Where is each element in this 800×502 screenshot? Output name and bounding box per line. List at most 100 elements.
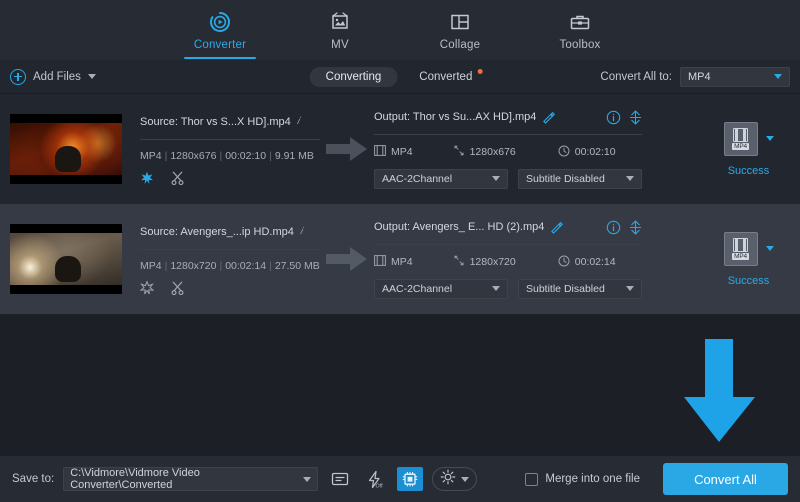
status-column: MP4 Success — [705, 122, 800, 177]
resize-icon — [453, 145, 465, 159]
thumbnail-silhouette — [55, 256, 81, 282]
source-title: Source: Thor vs S...X HD].mp4 — [140, 116, 291, 128]
film-icon — [374, 255, 386, 269]
open-folder-button[interactable] — [327, 467, 353, 491]
file-type-tag: MP4 — [732, 143, 749, 150]
trim-scissors-icon[interactable] — [170, 171, 185, 185]
clock-icon — [558, 255, 570, 270]
convert-all-to-group: Convert All to: MP4 — [600, 67, 790, 87]
hardware-acceleration-button[interactable]: Off — [362, 467, 388, 491]
subtitle-select[interactable]: Subtitle Disabled — [518, 169, 642, 189]
tab-collage-label: Collage — [440, 39, 480, 51]
edit-magic-wand-icon[interactable] — [140, 171, 154, 185]
trim-scissors-icon[interactable] — [170, 281, 185, 295]
save-path-input[interactable]: C:\Vidmore\Vidmore Video Converter\Conve… — [63, 467, 318, 491]
output-resolution: 1280x720 — [470, 256, 516, 268]
status-badge[interactable]: Success — [728, 275, 770, 287]
chevron-down-icon[interactable] — [766, 136, 774, 141]
tab-converted[interactable]: Converted — [403, 67, 490, 87]
output-resolution: 1280x676 — [470, 146, 516, 158]
letterbox-bar — [10, 175, 122, 184]
chevron-down-icon[interactable] — [88, 74, 96, 79]
status-tabs: Converting Converted — [310, 67, 491, 87]
table-row[interactable]: Source: Avengers_...ip HD.mp4 𝑖 MP4|1280… — [0, 204, 800, 314]
save-path-value: C:\Vidmore\Vidmore Video Converter\Conve… — [70, 467, 303, 491]
edit-pencil-icon[interactable] — [550, 221, 563, 234]
toolbar: Add Files Converting Converted Convert A… — [0, 60, 800, 94]
vidmore-video-converter-window: Converter MV Collage — [0, 0, 800, 502]
chevron-down-icon[interactable] — [766, 246, 774, 251]
output-meta: MP4 1280x676 00:02:10 — [374, 145, 642, 160]
mv-icon — [328, 10, 352, 34]
output-info-icon[interactable] — [606, 220, 621, 235]
merge-into-one-file-toggle[interactable]: Merge into one file — [525, 473, 640, 486]
video-thumbnail[interactable] — [10, 114, 122, 184]
merge-checkbox[interactable] — [525, 473, 538, 486]
chevron-down-icon — [492, 176, 500, 181]
tab-converter[interactable]: Converter — [180, 1, 260, 59]
empty-list-area — [0, 314, 800, 447]
letterbox-bar — [10, 224, 122, 233]
audio-track-select[interactable]: AAC-2Channel — [374, 279, 508, 299]
svg-text:Off: Off — [376, 483, 384, 488]
status-badge[interactable]: Success — [728, 165, 770, 177]
chevron-down-icon — [303, 477, 311, 482]
convert-all-to-select[interactable]: MP4 — [680, 67, 790, 87]
tab-collage[interactable]: Collage — [420, 1, 500, 59]
chevron-down-icon — [774, 74, 782, 79]
subtitle-value: Subtitle Disabled — [526, 173, 605, 185]
subtitle-value: Subtitle Disabled — [526, 283, 605, 295]
gpu-acceleration-button[interactable] — [397, 467, 423, 491]
add-files-button[interactable]: Add Files — [10, 69, 96, 85]
output-duration: 00:02:14 — [575, 256, 616, 268]
expand-collapse-icon[interactable] — [629, 110, 642, 125]
output-duration: 00:02:10 — [575, 146, 616, 158]
audio-track-select[interactable]: AAC-2Channel — [374, 169, 508, 189]
info-icon[interactable]: 𝑖 — [300, 226, 303, 237]
table-row[interactable]: Source: Thor vs S...X HD].mp4 𝑖 MP4|1280… — [0, 94, 800, 204]
audio-track-value: AAC-2Channel — [382, 283, 452, 295]
letterbox-bar — [10, 114, 122, 123]
chevron-down-icon — [492, 286, 500, 291]
convert-all-to-label: Convert All to: — [600, 71, 672, 83]
source-duration: 00:02:14 — [225, 260, 266, 272]
output-file-icon[interactable]: MP4 — [724, 122, 758, 156]
source-title: Source: Avengers_...ip HD.mp4 — [140, 226, 294, 238]
tab-mv[interactable]: MV — [300, 1, 380, 59]
output-info-icon[interactable] — [606, 110, 621, 125]
convert-direction-arrow — [324, 136, 370, 162]
output-file-icon[interactable]: MP4 — [724, 232, 758, 266]
output-panel: Output: Thor vs Su...AX HD].mp4 — [374, 110, 642, 189]
gear-icon — [440, 469, 456, 490]
tab-converter-label: Converter — [194, 39, 246, 51]
source-format: MP4 — [140, 260, 162, 272]
add-files-label: Add Files — [33, 71, 81, 83]
tab-mv-label: MV — [331, 39, 349, 51]
divider — [140, 249, 320, 250]
film-strip-icon — [733, 128, 748, 142]
output-panel: Output: Avengers_ E... HD (2).mp4 — [374, 220, 642, 299]
tab-converting[interactable]: Converting — [310, 67, 398, 87]
chevron-down-icon — [626, 176, 634, 181]
source-size: 9.91 MB — [275, 150, 314, 162]
source-meta: MP4|1280x676|00:02:10|9.91 MB — [140, 150, 320, 162]
convert-all-button[interactable]: Convert All — [663, 463, 788, 495]
edit-pencil-icon[interactable] — [542, 111, 555, 124]
info-icon[interactable]: 𝑖 — [297, 116, 300, 127]
subtitle-select[interactable]: Subtitle Disabled — [518, 279, 642, 299]
file-type-tag: MP4 — [732, 253, 749, 260]
tab-toolbox[interactable]: Toolbox — [540, 1, 620, 59]
converter-icon — [208, 10, 232, 34]
film-strip-icon — [733, 238, 748, 252]
merge-label: Merge into one file — [545, 473, 640, 485]
video-thumbnail[interactable] — [10, 224, 122, 294]
output-title: Output: Avengers_ E... HD (2).mp4 — [374, 221, 544, 233]
source-meta: MP4|1280x720|00:02:14|27.50 MB — [140, 260, 320, 272]
source-size: 27.50 MB — [275, 260, 320, 272]
film-icon — [374, 145, 386, 159]
annotation-arrow-down-icon — [680, 339, 758, 449]
settings-button[interactable] — [432, 467, 477, 491]
expand-collapse-icon[interactable] — [629, 220, 642, 235]
convert-all-to-value: MP4 — [688, 71, 711, 83]
edit-magic-wand-icon[interactable] — [140, 281, 154, 295]
